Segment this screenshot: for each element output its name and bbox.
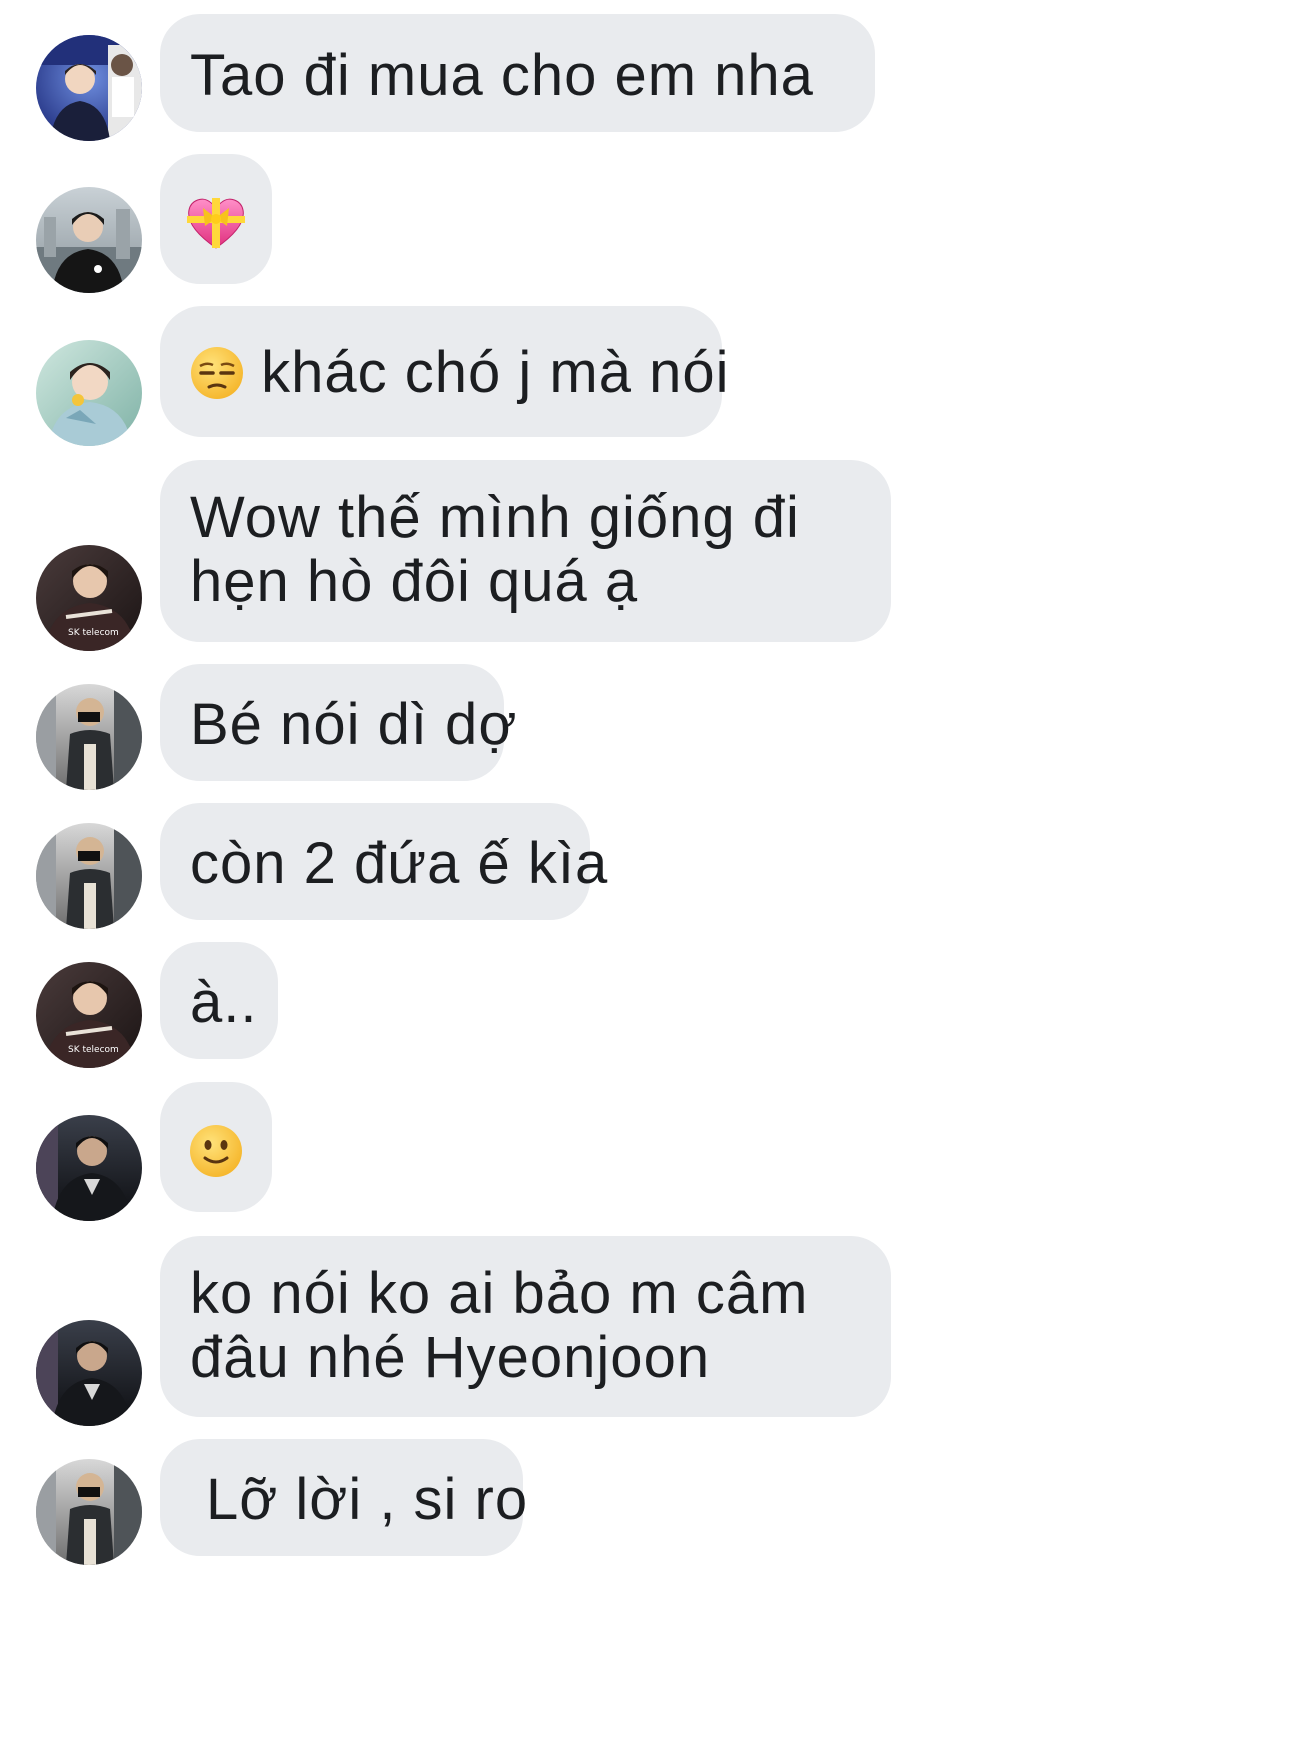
message-bubble[interactable]: à.. (160, 942, 278, 1059)
slightly-smiling-face-icon (189, 1111, 243, 1183)
message-bubble[interactable]: ko nói ko ai bảo m câm đâu nhé Hyeonjoon (160, 1236, 891, 1417)
message-text: còn 2 đứa ế kìa (190, 831, 609, 896)
message-bubble[interactable]: Lỡ lời , si ro (160, 1439, 529, 1556)
message-bubble[interactable]: Tao đi mua cho em nha (160, 14, 875, 132)
avatar[interactable] (36, 35, 142, 141)
avatar[interactable] (36, 684, 142, 790)
message-text: à.. (190, 970, 258, 1035)
message-row (0, 1082, 1290, 1221)
message-content: khác chó j mà nói (190, 337, 728, 409)
message-bubble[interactable] (160, 154, 272, 284)
message-bubble[interactable]: khác chó j mà nói (160, 306, 728, 437)
message-row: còn 2 đứa ế kìa (0, 803, 1290, 929)
message-text: Bé nói dì dợ (190, 692, 518, 757)
avatar[interactable]: SK telecom (36, 962, 142, 1068)
message-text-line: đâu nhé Hyeonjoon (190, 1325, 711, 1390)
message-bubble[interactable]: Wow thế mình giống đi hẹn hò đôi quá ạ (160, 460, 891, 642)
message-row: SK telecom à.. (0, 942, 1290, 1068)
svg-text:SK telecom: SK telecom (68, 1045, 119, 1055)
message-text-line: ko nói ko ai bảo m câm (190, 1261, 809, 1326)
message-bubble[interactable] (160, 1082, 272, 1212)
avatar[interactable] (36, 1320, 142, 1426)
message-text: Tao đi mua cho em nha (190, 43, 814, 108)
message-row: Tao đi mua cho em nha (0, 14, 1290, 141)
message-text: khác chó j mà nói (261, 340, 730, 405)
message-text: Lỡ lời , si ro (206, 1467, 529, 1532)
avatar[interactable] (36, 1115, 142, 1221)
avatar[interactable] (36, 187, 142, 293)
avatar[interactable]: SK telecom (36, 545, 142, 651)
message-row: ko nói ko ai bảo m câm đâu nhé Hyeonjoon (0, 1236, 1290, 1426)
avatar[interactable] (36, 1459, 142, 1565)
unamused-face-icon (190, 340, 261, 405)
svg-text:SK telecom: SK telecom (68, 628, 119, 638)
message-text-line: hẹn hò đôi quá ạ (190, 549, 639, 614)
message-row (0, 154, 1290, 293)
avatar[interactable] (36, 823, 142, 929)
message-row: khác chó j mà nói (0, 306, 1290, 446)
heart-with-ribbon-icon (187, 183, 245, 255)
message-row: SK telecom Wow thế mình giống đi hẹn hò … (0, 460, 1290, 651)
message-row: Lỡ lời , si ro (0, 1439, 1290, 1565)
message-row: Bé nói dì dợ (0, 664, 1290, 790)
message-bubble[interactable]: Bé nói dì dợ (160, 664, 518, 781)
avatar[interactable] (36, 340, 142, 446)
message-bubble[interactable]: còn 2 đứa ế kìa (160, 803, 609, 920)
message-text-line: Wow thế mình giống đi (190, 485, 800, 550)
